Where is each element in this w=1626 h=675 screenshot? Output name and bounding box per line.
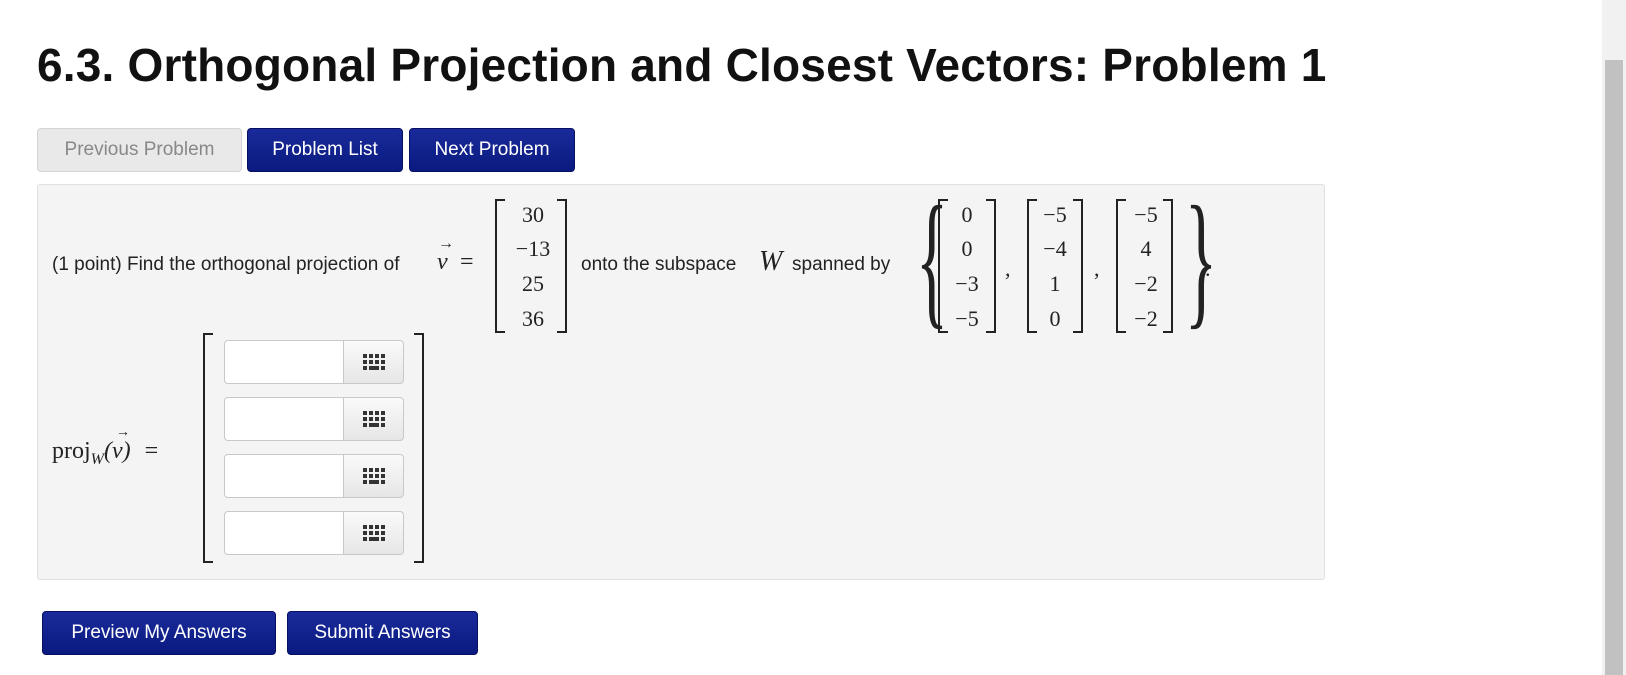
answer-row-4 xyxy=(224,511,404,555)
vector-v-entry: 30 xyxy=(522,202,544,227)
problem-list-button[interactable]: Problem List xyxy=(247,128,403,172)
vector-v-symbol: → v xyxy=(437,235,454,276)
answer-left-bracket xyxy=(203,333,213,563)
previous-problem-button[interactable]: Previous Problem xyxy=(37,128,242,172)
proj-text: proj xyxy=(52,438,91,464)
keypad-icon xyxy=(362,354,385,370)
vector-v-entry: 25 xyxy=(522,271,544,296)
answer-row-1 xyxy=(224,340,404,384)
basis-3-entry: 4 xyxy=(1140,236,1152,261)
answer-row-3 xyxy=(224,454,404,498)
keypad-button-3[interactable] xyxy=(344,454,404,498)
submit-answers-button[interactable]: Submit Answers xyxy=(287,611,478,655)
answer-row-2 xyxy=(224,397,404,441)
basis-2-entry: −5 xyxy=(1043,202,1067,227)
keypad-icon xyxy=(362,468,385,484)
vector-v-entry: 36 xyxy=(522,306,544,331)
answer-right-bracket xyxy=(414,333,424,563)
basis-2-entry: 1 xyxy=(1049,271,1061,296)
answer-input-4[interactable] xyxy=(224,511,344,555)
basis-2-entry: 0 xyxy=(1049,306,1061,331)
basis-1-entry: −5 xyxy=(955,306,979,331)
separator-comma: , xyxy=(1094,256,1100,281)
keypad-icon xyxy=(362,411,385,427)
keypad-button-4[interactable] xyxy=(344,511,404,555)
basis-1-entry: 0 xyxy=(961,202,973,227)
page-title: 6.3. Orthogonal Projection and Closest V… xyxy=(37,39,1327,91)
proj-equals: = xyxy=(144,438,159,464)
next-problem-button[interactable]: Next Problem xyxy=(409,128,575,172)
onto-text: onto the subspace xyxy=(581,254,737,275)
basis-3-entry: −2 xyxy=(1134,271,1158,296)
proj-label: projW → (v) = xyxy=(52,425,159,469)
basis-1-right-bracket xyxy=(986,199,996,333)
proj-subscript: W xyxy=(90,450,104,468)
basis-3-left-bracket xyxy=(1116,199,1126,333)
basis-2-entry: −4 xyxy=(1043,236,1067,261)
answer-input-3[interactable] xyxy=(224,454,344,498)
answer-input-2[interactable] xyxy=(224,397,344,441)
answer-input-1[interactable] xyxy=(224,340,344,384)
keypad-icon xyxy=(362,525,385,541)
basis-1-entry: 0 xyxy=(961,236,973,261)
basis-1-entry: −3 xyxy=(955,271,979,296)
right-brace: } xyxy=(1184,176,1218,342)
preview-answers-button[interactable]: Preview My Answers xyxy=(42,611,276,655)
basis-3-entry: −5 xyxy=(1134,202,1158,227)
equals-sign: = xyxy=(460,249,474,275)
period: . xyxy=(1205,256,1211,281)
problem-intro: (1 point) Find the orthogonal projection… xyxy=(52,254,400,275)
subspace-symbol: W xyxy=(759,246,783,277)
keypad-button-1[interactable] xyxy=(344,340,404,384)
separator-comma: , xyxy=(1005,256,1011,281)
proj-vector-arrow-icon: → xyxy=(116,425,130,440)
proj-argument: (v) xyxy=(104,438,131,464)
vector-arrow-icon: → xyxy=(438,235,454,252)
scrollbar-thumb[interactable] xyxy=(1605,60,1623,675)
keypad-button-2[interactable] xyxy=(344,397,404,441)
spanned-text: spanned by xyxy=(792,254,891,275)
vector-v-entry: −13 xyxy=(515,236,551,261)
basis-3-entry: −2 xyxy=(1134,306,1158,331)
